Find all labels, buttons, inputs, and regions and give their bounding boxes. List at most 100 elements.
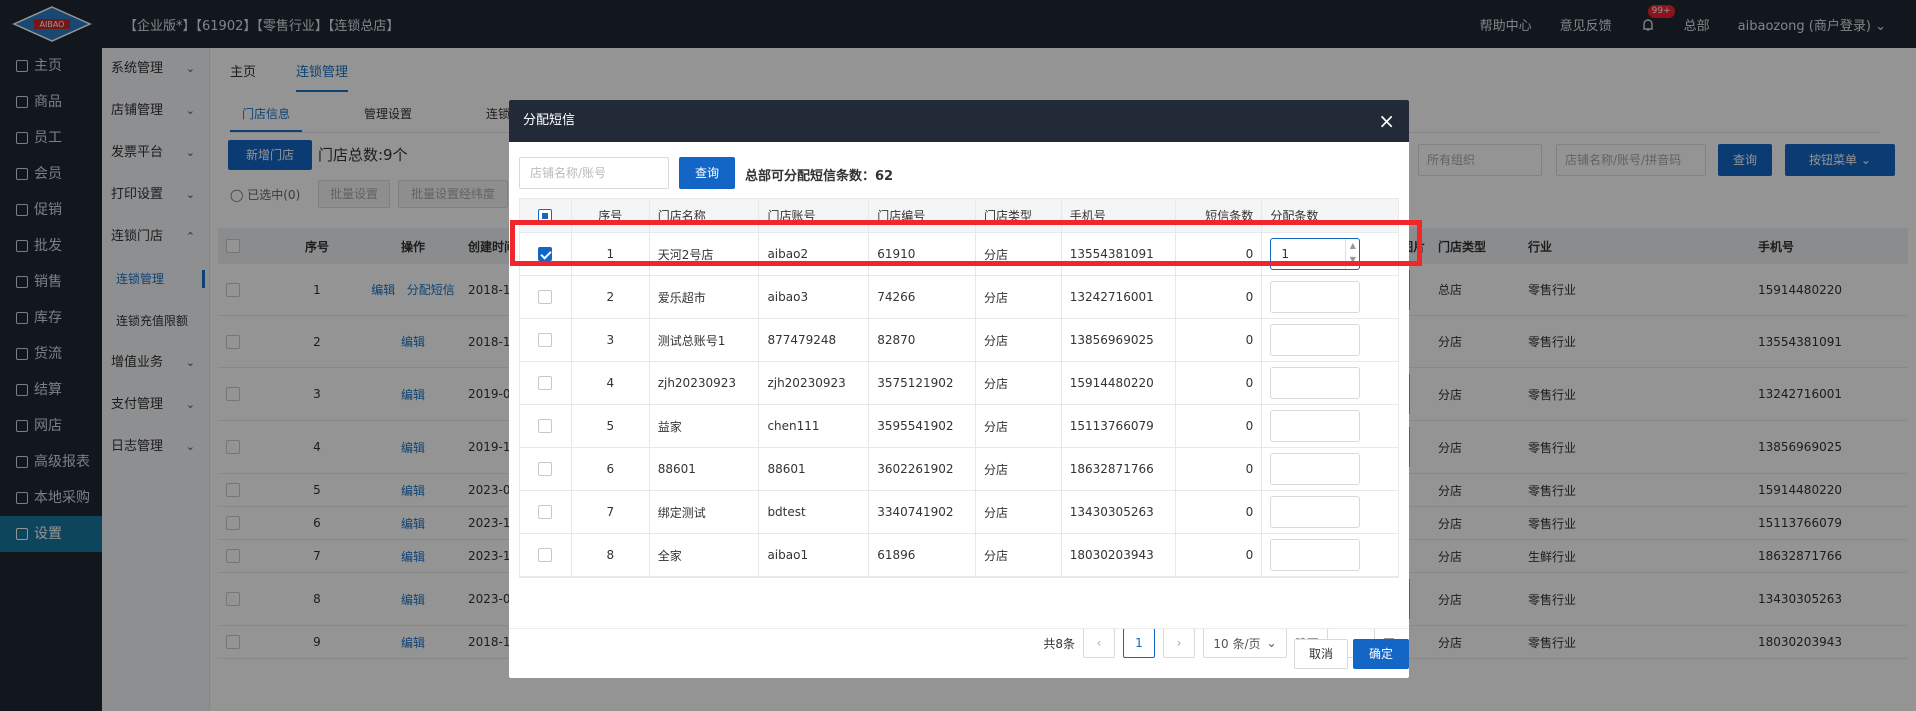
row-store-account: aibao1 [759, 534, 870, 576]
dialog-title: 分配短信 [523, 113, 576, 128]
header-store-name: 门店名称 [650, 199, 760, 232]
row-store-code: 61896 [869, 534, 976, 576]
row-store-type: 分店 [976, 534, 1062, 576]
row-store-account: 877479248 [759, 319, 870, 361]
row-store-code: 3595541902 [869, 405, 976, 447]
row-store-name: 绑定测试 [650, 491, 760, 533]
row-sms-count: 0 [1176, 233, 1263, 275]
row-phone: 13430305263 [1062, 491, 1177, 533]
row-checkbox[interactable] [538, 462, 553, 476]
row-store-account: 88601 [759, 448, 870, 490]
header-alloc-count: 分配条数 [1270, 209, 1319, 223]
alloc-input[interactable] [1270, 539, 1361, 571]
row-store-name: 爱乐超市 [650, 276, 760, 318]
row-checkbox[interactable] [538, 419, 553, 433]
row-sms-count: 0 [1176, 534, 1263, 576]
alloc-input[interactable] [1270, 367, 1361, 399]
row-sms-count: 0 [1176, 319, 1263, 361]
row-sms-count: 0 [1176, 362, 1263, 404]
row-checkbox[interactable] [538, 505, 553, 519]
assign-sms-dialog: 分配短信 × 查询 总部可分配短信条数：62 序号 门店名称 门店账号 门店编号… [509, 100, 1409, 678]
dialog-search-input[interactable] [519, 157, 669, 189]
row-checkbox[interactable] [538, 548, 553, 562]
header-store-type: 门店类型 [976, 199, 1062, 232]
row-phone: 15914480220 [1062, 362, 1177, 404]
close-icon[interactable]: × [1378, 100, 1395, 142]
header-store-account: 门店账号 [759, 199, 870, 232]
row-checkbox[interactable] [538, 333, 553, 347]
assign-row: 7 绑定测试 bdtest 3340741902 分店 13430305263 … [520, 491, 1398, 534]
row-checkbox[interactable] [538, 290, 553, 304]
assign-row: 3 测试总账号1 877479248 82870 分店 13856969025 … [520, 319, 1398, 362]
row-store-code: 3602261902 [869, 448, 976, 490]
row-store-code: 82870 [869, 319, 976, 361]
row-store-name: 全家 [650, 534, 760, 576]
row-phone: 15113766079 [1062, 405, 1177, 447]
row-store-account: chen111 [759, 405, 870, 447]
alloc-input[interactable] [1270, 496, 1361, 528]
row-seq: 8 [572, 534, 650, 576]
row-seq: 2 [572, 276, 650, 318]
row-store-code: 61910 [869, 233, 976, 275]
row-store-account: zjh20230923 [759, 362, 870, 404]
row-seq: 5 [572, 405, 650, 447]
row-phone: 13554381091 [1062, 233, 1177, 275]
header-seq: 序号 [572, 199, 650, 232]
row-store-type: 分店 [976, 405, 1062, 447]
alloc-stepper[interactable]: ▲▼ [1270, 238, 1361, 270]
row-sms-count: 0 [1176, 276, 1263, 318]
dialog-query-button[interactable]: 查询 [679, 157, 735, 189]
alloc-input[interactable] [1270, 281, 1361, 313]
assign-row: 6 88601 88601 3602261902 分店 18632871766 … [520, 448, 1398, 491]
row-store-type: 分店 [976, 491, 1062, 533]
row-phone: 18030203943 [1062, 534, 1177, 576]
header-phone: 手机号 [1062, 199, 1177, 232]
row-store-name: zjh20230923 [650, 362, 760, 404]
row-checkbox[interactable] [538, 376, 553, 390]
row-store-code: 74266 [869, 276, 976, 318]
header-store-code: 门店编号 [869, 199, 976, 232]
row-phone: 13856969025 [1062, 319, 1177, 361]
dialog-header: 分配短信 × [509, 100, 1409, 142]
row-store-code: 3340741902 [869, 491, 976, 533]
row-sms-count: 0 [1176, 491, 1263, 533]
stepper-arrows-icon[interactable]: ▲ ▼ [1345, 239, 1359, 269]
row-store-code: 3575121902 [869, 362, 976, 404]
assign-row: 1 天河2号店 aibao2 61910 分店 13554381091 0 ▲▼ [520, 233, 1398, 276]
row-store-type: 分店 [976, 319, 1062, 361]
row-sms-count: 0 [1176, 448, 1263, 490]
row-seq: 3 [572, 319, 650, 361]
row-phone: 18632871766 [1062, 448, 1177, 490]
row-store-type: 分店 [976, 362, 1062, 404]
assign-table-header: 序号 门店名称 门店账号 门店编号 门店类型 手机号 短信条数 分配条数 [520, 199, 1398, 233]
cancel-button[interactable]: 取消 [1294, 639, 1348, 669]
row-phone: 13242716001 [1062, 276, 1177, 318]
dialog-footer: 取消 确定 [509, 628, 1409, 678]
row-store-name: 88601 [650, 448, 760, 490]
row-seq: 4 [572, 362, 650, 404]
confirm-button[interactable]: 确定 [1353, 639, 1409, 669]
row-seq: 7 [572, 491, 650, 533]
alloc-input[interactable] [1270, 410, 1361, 442]
assign-row: 2 爱乐超市 aibao3 74266 分店 13242716001 0 [520, 276, 1398, 319]
row-store-account: aibao3 [759, 276, 870, 318]
alloc-input[interactable] [1270, 324, 1361, 356]
row-store-type: 分店 [976, 276, 1062, 318]
alloc-input[interactable] [1270, 453, 1361, 485]
row-store-account: bdtest [759, 491, 870, 533]
row-store-account: aibao2 [759, 233, 870, 275]
assign-table: 序号 门店名称 门店账号 门店编号 门店类型 手机号 短信条数 分配条数 1 天… [519, 198, 1399, 578]
row-store-name: 测试总账号1 [650, 319, 760, 361]
assign-row: 5 益家 chen111 3595541902 分店 15113766079 0 [520, 405, 1398, 448]
assign-row: 8 全家 aibao1 61896 分店 18030203943 0 [520, 534, 1398, 577]
select-all-checkbox[interactable] [538, 208, 553, 223]
row-store-type: 分店 [976, 233, 1062, 275]
row-seq: 1 [572, 233, 650, 275]
row-store-name: 天河2号店 [650, 233, 760, 275]
row-seq: 6 [572, 448, 650, 490]
assign-row: 4 zjh20230923 zjh20230923 3575121902 分店 … [520, 362, 1398, 405]
row-checkbox[interactable] [538, 247, 553, 261]
header-sms-count: 短信条数 [1176, 199, 1263, 232]
row-store-name: 益家 [650, 405, 760, 447]
row-sms-count: 0 [1176, 405, 1263, 447]
